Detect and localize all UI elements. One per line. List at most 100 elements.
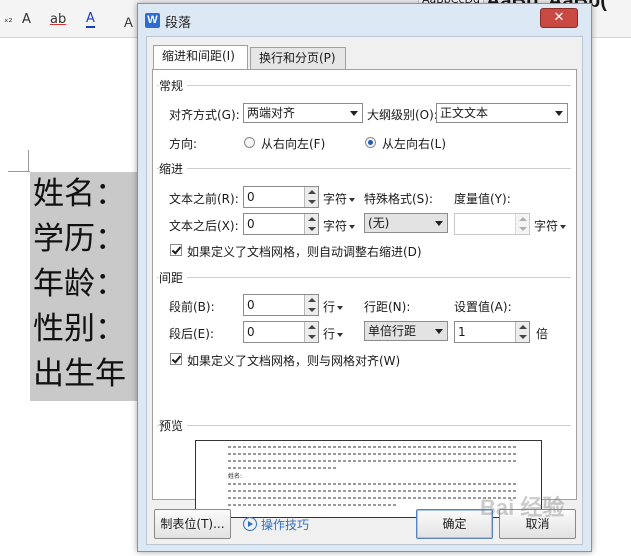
spacing-before-label: 段前(B): [169, 300, 215, 314]
preview-sample-text: 姓名: [228, 473, 243, 480]
chevron-down-icon [435, 329, 443, 334]
spacing-before-value: 0 [247, 298, 255, 312]
line-spacing-label: 行距(N): [364, 300, 411, 314]
indent-before-unit: 字符 [323, 192, 348, 206]
measure-label: 度量值(Y): [454, 192, 511, 206]
section-divider [157, 85, 571, 86]
margin-corner-mark [28, 150, 29, 172]
radio-ltr[interactable] [365, 137, 376, 148]
text-effect-icon[interactable]: Ａ [122, 12, 135, 31]
preview-line [228, 453, 518, 455]
document-line[interactable]: 性别： [33, 309, 126, 349]
font-color-button[interactable]: A [86, 12, 95, 28]
special-format-value: (无) [368, 216, 390, 230]
chevron-down-icon [337, 305, 344, 310]
indent-before-label: 文本之前(R): [169, 192, 239, 206]
measure-spinner[interactable] [454, 213, 530, 235]
spacing-after-spinner[interactable]: 0 [243, 321, 319, 343]
indent-after-spinner[interactable]: 0 [243, 213, 319, 235]
indent-after-label: 文本之后(X): [169, 219, 239, 233]
preview-line [228, 460, 518, 462]
measure-unit-dropdown[interactable]: 字符 [534, 217, 567, 234]
special-format-label: 特殊格式(S): [364, 192, 434, 206]
dialog-client-area: 缩进和间距(I) 换行和分页(P) 常规 对齐方式(G): 两端对齐 大纲级别(… [146, 36, 583, 545]
setting-value: 1 [458, 325, 466, 339]
outline-level-select[interactable]: 正文文本 [436, 103, 568, 123]
chevron-up-icon [308, 190, 316, 194]
auto-right-indent-label[interactable]: 如果定义了文档网格，则自动调整右缩进(D) [187, 243, 422, 260]
preview-line [228, 497, 518, 499]
spinner-buttons[interactable] [304, 187, 318, 207]
spacing-before-spinner[interactable]: 0 [243, 294, 319, 316]
indent-after-unit-dropdown[interactable]: 字符 [323, 217, 356, 234]
line-spacing-select[interactable]: 单倍行距 [364, 321, 448, 341]
preview-line [228, 467, 338, 469]
spacing-after-label: 段后(E): [169, 327, 214, 341]
section-spacing-label: 间距 [159, 269, 188, 286]
ltr-label[interactable]: 从左向右(L) [382, 135, 446, 152]
tab-line-page-breaks[interactable]: 换行和分页(P) [250, 47, 346, 69]
document-line[interactable]: 学历： [33, 219, 126, 259]
subscript-button[interactable]: ₓ₂ [4, 14, 12, 25]
tab-indent-spacing[interactable]: 缩进和间距(I) [153, 45, 248, 69]
chevron-down-icon [519, 227, 527, 231]
rtl-label[interactable]: 从右向左(F) [261, 135, 325, 152]
wps-app-icon: W [145, 13, 160, 28]
setting-value-label: 设置值(A): [454, 300, 512, 314]
spinner-buttons[interactable] [515, 322, 529, 342]
spacing-before-unit: 行 [323, 300, 336, 314]
section-divider [157, 168, 571, 169]
chevron-down-icon [337, 332, 344, 337]
setting-value-spinner[interactable]: 1 [454, 321, 530, 343]
chevron-down-icon [349, 224, 356, 229]
tabs-button[interactable]: 制表位(T)... [154, 509, 231, 539]
snap-to-grid-checkbox[interactable] [170, 353, 182, 365]
preview-line [228, 446, 518, 448]
play-circle-icon[interactable] [243, 517, 257, 531]
chevron-down-icon [308, 200, 316, 204]
tab-panel-indent-spacing: 常规 对齐方式(G): 两端对齐 大纲级别(O): 正文文本 方向: 从右向左(… [152, 69, 577, 518]
chevron-up-icon [519, 217, 527, 221]
spinner-buttons[interactable] [304, 322, 318, 342]
chevron-down-icon [519, 335, 527, 339]
outline-level-value: 正文文本 [440, 106, 489, 120]
indent-before-value: 0 [247, 190, 255, 204]
radio-rtl[interactable] [244, 137, 255, 148]
chevron-up-icon [308, 217, 316, 221]
highlight-button[interactable]: ab [50, 12, 66, 27]
spacing-before-unit-dropdown[interactable]: 行 [323, 298, 344, 315]
font-size-button[interactable]: A [22, 12, 31, 27]
preview-line [228, 504, 398, 506]
chevron-up-icon [308, 298, 316, 302]
indent-before-spinner[interactable]: 0 [243, 186, 319, 208]
section-divider [157, 425, 571, 426]
close-button[interactable]: ✕ [540, 8, 578, 28]
measure-unit: 字符 [534, 219, 559, 233]
document-line[interactable]: 出生年 [33, 354, 126, 394]
alignment-label: 对齐方式(G): [169, 108, 240, 122]
baidu-watermark: Bai 经验 [480, 495, 565, 520]
document-line[interactable]: 年龄： [33, 264, 126, 304]
spacing-after-unit-dropdown[interactable]: 行 [323, 325, 344, 342]
alignment-select[interactable]: 两端对齐 [243, 103, 363, 123]
spinner-buttons[interactable] [304, 295, 318, 315]
spinner-buttons[interactable] [304, 214, 318, 234]
spinner-buttons[interactable] [515, 214, 529, 234]
auto-right-indent-checkbox[interactable] [170, 244, 182, 256]
margin-corner-mark [8, 171, 30, 172]
chevron-up-icon [519, 325, 527, 329]
section-indent-label: 缩进 [159, 160, 188, 177]
chevron-down-icon [308, 335, 316, 339]
dialog-titlebar[interactable]: W 段落 ✕ [138, 4, 591, 36]
special-format-select[interactable]: (无) [364, 213, 448, 233]
section-preview-label: 预览 [159, 417, 188, 434]
snap-to-grid-label[interactable]: 如果定义了文档网格，则与网格对齐(W) [187, 352, 400, 369]
spacing-after-value: 0 [247, 325, 255, 339]
paragraph-dialog: W 段落 ✕ 缩进和间距(I) 换行和分页(P) 常规 对齐方式(G): 两端对… [137, 3, 592, 552]
tips-link[interactable]: 操作技巧 [261, 516, 309, 533]
indent-after-value: 0 [247, 217, 255, 231]
spacing-after-unit: 行 [323, 327, 336, 341]
indent-before-unit-dropdown[interactable]: 字符 [323, 190, 356, 207]
direction-label: 方向: [169, 137, 198, 151]
document-line[interactable]: 姓名： [33, 174, 126, 214]
